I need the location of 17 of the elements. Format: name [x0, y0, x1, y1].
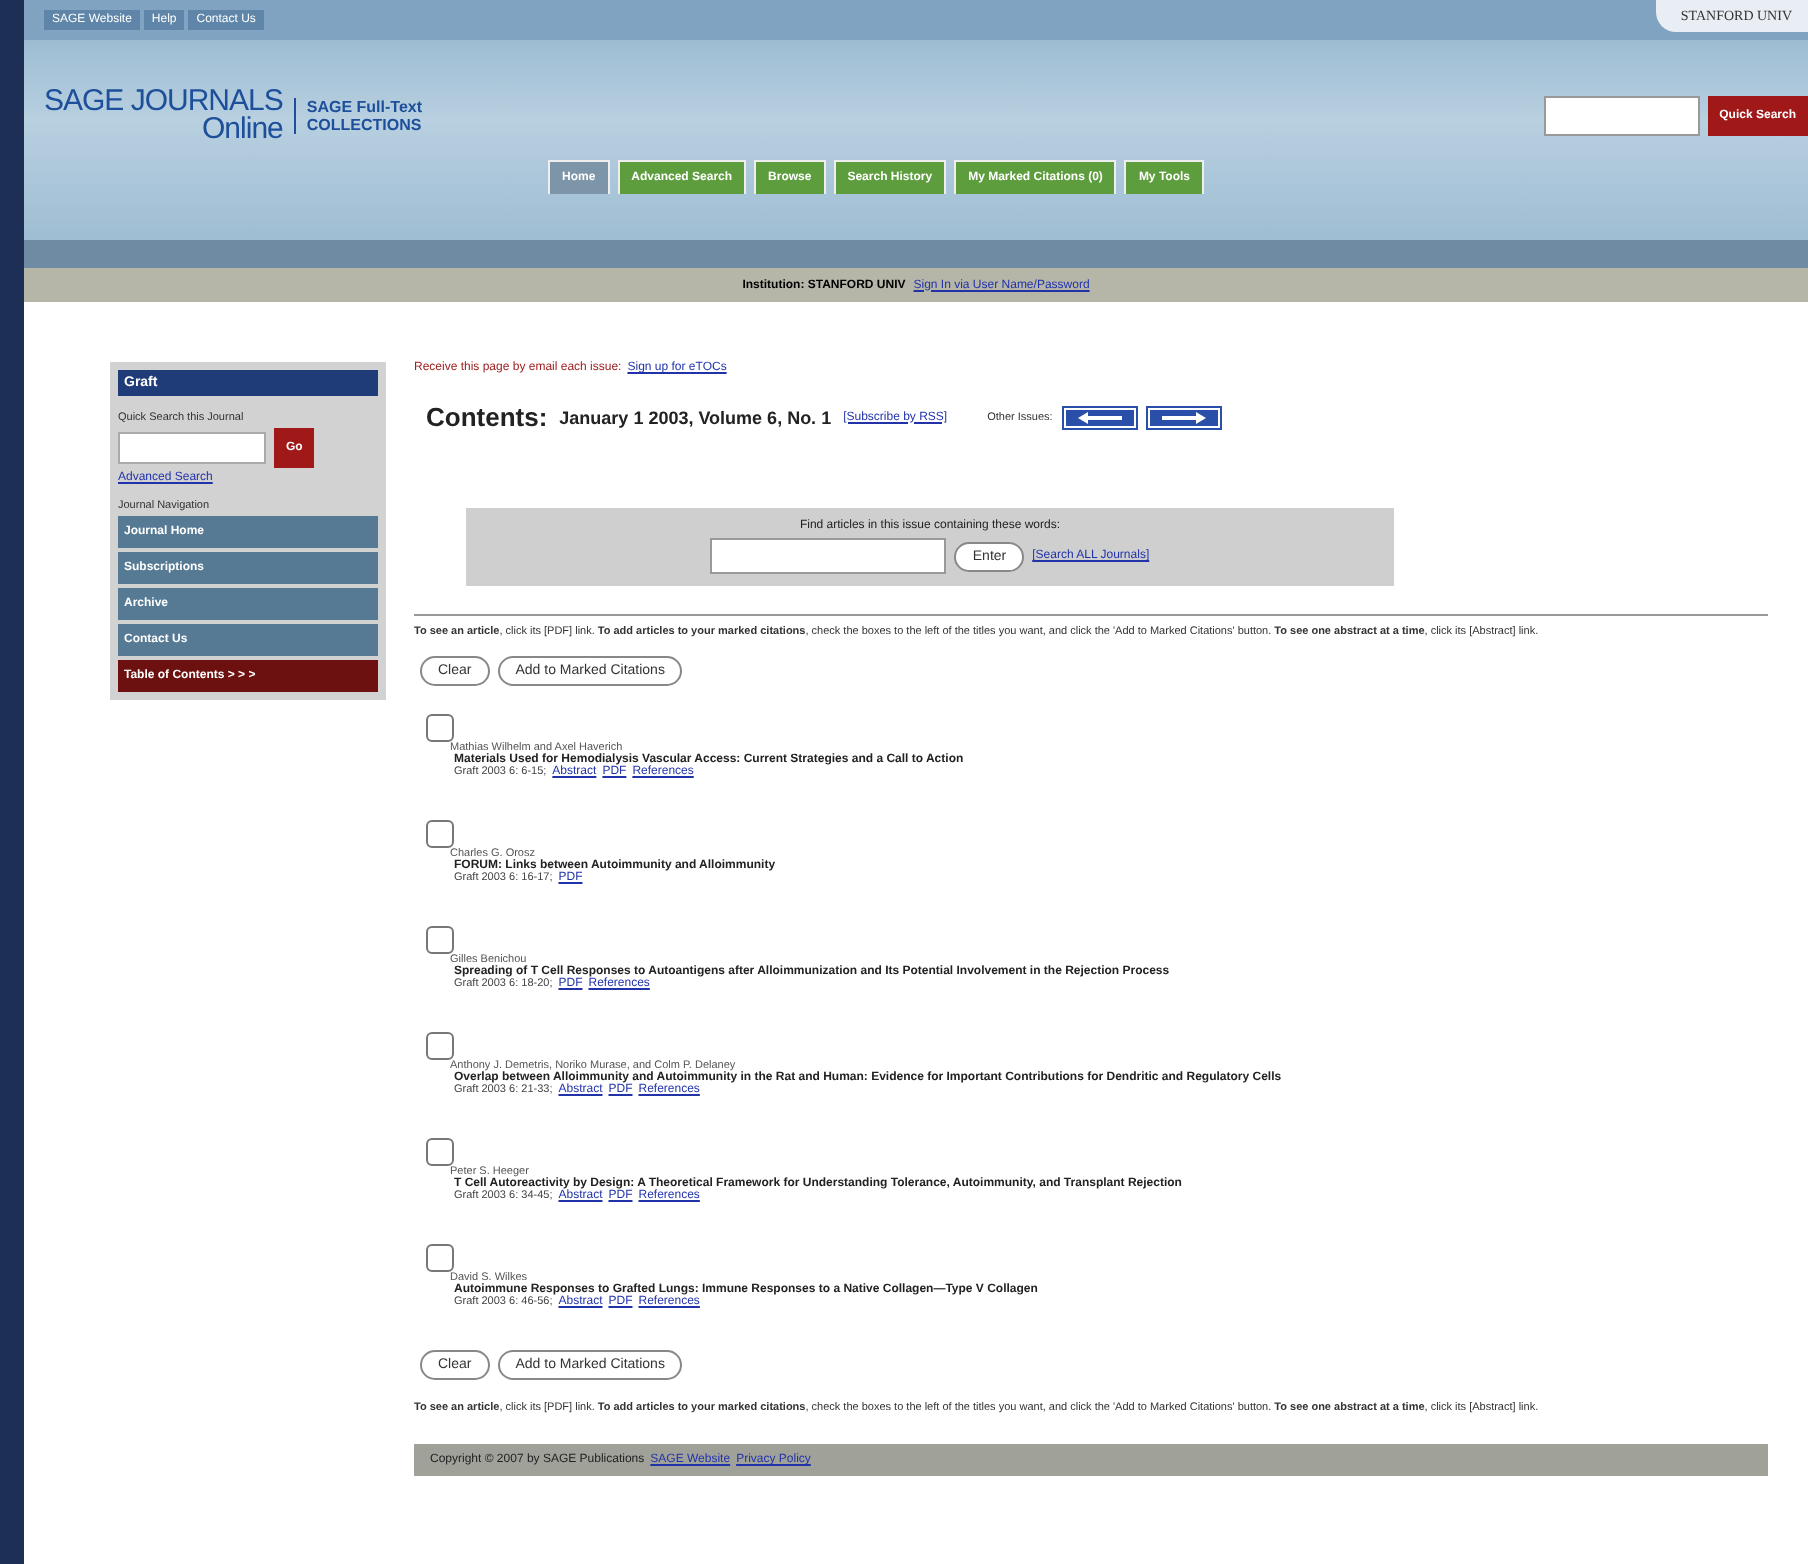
site-logo: SAGE JOURNALS Online: [44, 88, 283, 144]
contents-heading: Contents:: [426, 402, 548, 432]
partner-logo: SAGE Full-Text COLLECTIONS: [294, 98, 423, 134]
article-checkbox[interactable]: [426, 1138, 454, 1166]
find-field[interactable]: [710, 538, 947, 574]
article-checkbox[interactable]: [426, 926, 454, 954]
quick-search-field[interactable]: [1543, 96, 1700, 136]
journal-search-field[interactable]: [118, 432, 266, 464]
article-checkbox[interactable]: [426, 714, 454, 742]
article-checkbox[interactable]: [426, 820, 454, 848]
left-arrow-icon: [1076, 411, 1125, 423]
article-checkbox[interactable]: [426, 1244, 454, 1272]
article-checkbox[interactable]: [426, 1032, 454, 1060]
issue-title: January 1 2003, Volume 6, No. 1: [559, 407, 832, 427]
next-issue-button[interactable]: [1148, 407, 1221, 427]
previous-issue-button[interactable]: [1064, 407, 1137, 427]
right-arrow-icon: [1160, 411, 1209, 423]
